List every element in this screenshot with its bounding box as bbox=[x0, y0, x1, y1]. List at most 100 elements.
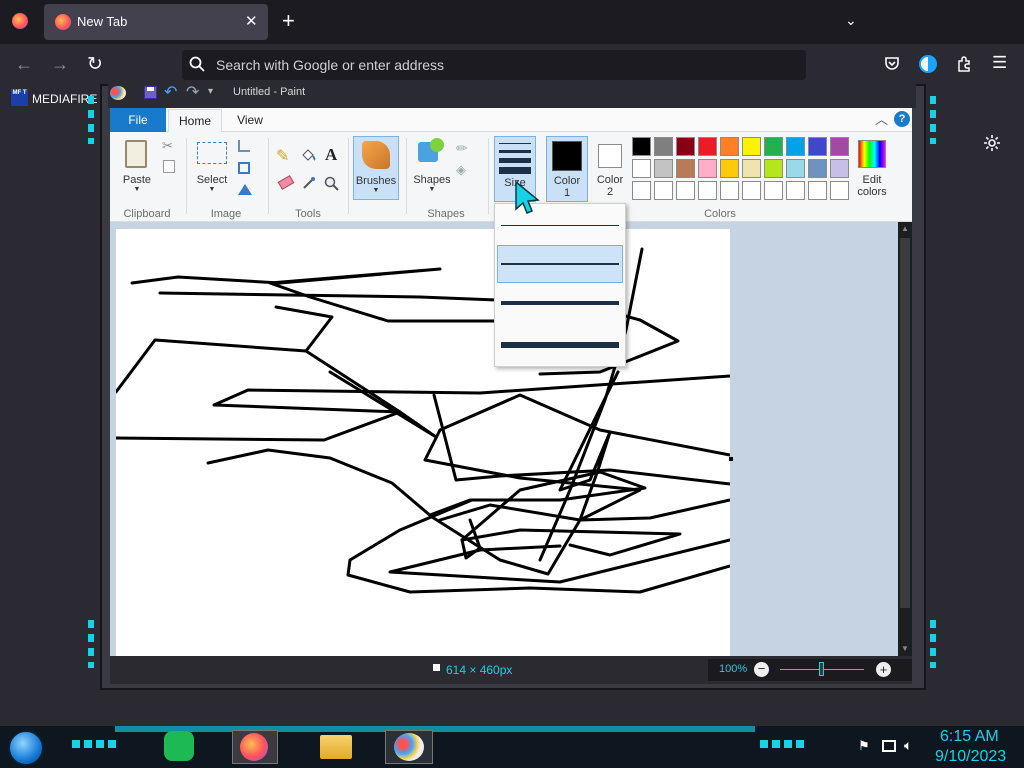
tab-file[interactable]: File bbox=[110, 108, 166, 132]
palette-swatch[interactable] bbox=[764, 159, 783, 178]
clock-date[interactable]: 9/10/2023 bbox=[935, 748, 1006, 766]
color-picker-icon[interactable] bbox=[302, 176, 316, 190]
spotify-taskbar-icon[interactable] bbox=[164, 731, 194, 761]
shapes-button[interactable]: Shapes ▼ bbox=[412, 136, 452, 200]
magnifier-icon[interactable] bbox=[324, 176, 339, 191]
pocket-icon[interactable] bbox=[884, 56, 900, 72]
volume-icon[interactable]: 🔈︎ bbox=[904, 737, 912, 754]
zoom-slider-thumb[interactable] bbox=[819, 662, 824, 676]
rotate-icon[interactable] bbox=[238, 184, 252, 195]
palette-swatch[interactable] bbox=[676, 137, 695, 156]
palette-swatch[interactable] bbox=[764, 181, 783, 200]
help-icon[interactable]: ? bbox=[894, 111, 910, 127]
palette-swatch[interactable] bbox=[720, 159, 739, 178]
palette-swatch[interactable] bbox=[830, 137, 849, 156]
palette-swatch[interactable] bbox=[698, 181, 717, 200]
redo-icon[interactable]: ↷ bbox=[186, 82, 199, 102]
forward-icon[interactable]: → bbox=[51, 54, 69, 75]
scroll-down-icon[interactable]: ▼ bbox=[901, 644, 909, 653]
edit-colors-label-1: Edit bbox=[862, 174, 882, 186]
frame-accent-left-bottom bbox=[88, 620, 94, 668]
palette-swatch[interactable] bbox=[632, 159, 651, 178]
size-option-8px[interactable] bbox=[497, 323, 623, 363]
scroll-up-icon[interactable]: ▲ bbox=[901, 224, 909, 233]
pencil-icon[interactable]: ✎ bbox=[276, 146, 289, 166]
palette-swatch[interactable] bbox=[786, 159, 805, 178]
palette-swatch[interactable] bbox=[698, 159, 717, 178]
scrollbar-thumb[interactable] bbox=[900, 238, 910, 608]
settings-gear-icon[interactable] bbox=[983, 134, 1001, 152]
resize-icon[interactable] bbox=[238, 162, 250, 174]
flag-icon[interactable]: ⚑ bbox=[858, 738, 870, 754]
color2-label: Color bbox=[596, 174, 624, 186]
undo-icon[interactable]: ↶ bbox=[164, 82, 177, 102]
list-all-tabs-icon[interactable]: ⌄ bbox=[845, 12, 857, 29]
palette-swatch[interactable] bbox=[676, 159, 695, 178]
color2-swatch bbox=[598, 144, 622, 168]
palette-swatch[interactable] bbox=[720, 137, 739, 156]
palette-swatch[interactable] bbox=[830, 159, 849, 178]
extensions-puzzle-icon[interactable] bbox=[956, 56, 972, 72]
fill-icon[interactable]: ◈ bbox=[456, 162, 466, 178]
size-option-5px[interactable] bbox=[497, 284, 623, 322]
reload-icon[interactable]: ↻ bbox=[87, 53, 103, 76]
palette-swatch[interactable] bbox=[764, 137, 783, 156]
fill-bucket-icon[interactable] bbox=[300, 147, 316, 163]
palette-swatch[interactable] bbox=[830, 181, 849, 200]
palette-swatch[interactable] bbox=[676, 181, 695, 200]
crop-icon[interactable] bbox=[238, 140, 250, 152]
select-button[interactable]: Select ▼ bbox=[193, 138, 231, 200]
hamburger-menu-icon[interactable]: ☰ bbox=[992, 53, 1007, 73]
palette-swatch[interactable] bbox=[742, 181, 761, 200]
brushes-button[interactable]: Brushes ▼ bbox=[353, 136, 399, 200]
tab-home[interactable]: Home bbox=[168, 109, 222, 133]
start-button[interactable] bbox=[8, 730, 44, 766]
palette-swatch[interactable] bbox=[632, 137, 651, 156]
minimize-ribbon-icon[interactable]: ︿ bbox=[875, 109, 888, 128]
edit-colors-button[interactable]: Edit colors bbox=[854, 136, 890, 202]
qat-dropdown-icon[interactable]: ▾ bbox=[208, 86, 213, 97]
text-tool-icon[interactable]: A bbox=[325, 145, 337, 165]
clock-time[interactable]: 6:15 AM bbox=[940, 728, 999, 746]
close-tab-icon[interactable]: ✕ bbox=[245, 12, 258, 30]
cut-icon[interactable]: ✂ bbox=[162, 138, 173, 154]
outline-icon[interactable]: ✏︎ bbox=[456, 140, 468, 157]
canvas-resize-handle[interactable] bbox=[729, 457, 733, 461]
palette-swatch[interactable] bbox=[654, 137, 673, 156]
paste-button[interactable]: Paste ▼ bbox=[117, 136, 157, 200]
palette-swatch[interactable] bbox=[654, 181, 673, 200]
palette-swatch[interactable] bbox=[808, 181, 827, 200]
drawing-canvas[interactable] bbox=[116, 229, 730, 656]
tab-view[interactable]: View bbox=[228, 108, 272, 132]
size-option-3px[interactable] bbox=[497, 245, 623, 283]
zoom-in-icon[interactable]: + bbox=[876, 662, 891, 677]
shapes-label: Shapes bbox=[413, 174, 451, 186]
palette-swatch[interactable] bbox=[632, 181, 651, 200]
new-tab-icon[interactable]: + bbox=[282, 8, 295, 34]
copy-icon[interactable] bbox=[163, 160, 175, 173]
color1-button[interactable]: Color 1 bbox=[546, 136, 588, 202]
edit-colors-label-2: colors bbox=[857, 186, 887, 198]
palette-swatch[interactable] bbox=[698, 137, 717, 156]
firefox-menu-icon[interactable] bbox=[12, 13, 28, 29]
palette-swatch[interactable] bbox=[742, 159, 761, 178]
taskbar-accent bbox=[115, 726, 755, 732]
size-dropdown bbox=[494, 203, 626, 367]
save-icon[interactable] bbox=[144, 86, 157, 99]
palette-swatch[interactable] bbox=[808, 159, 827, 178]
paint-app-icon[interactable] bbox=[110, 86, 126, 100]
palette-swatch[interactable] bbox=[720, 181, 739, 200]
network-icon[interactable] bbox=[882, 740, 896, 752]
palette-swatch[interactable] bbox=[786, 181, 805, 200]
palette-swatch[interactable] bbox=[808, 137, 827, 156]
window-title: Untitled - Paint bbox=[233, 86, 306, 98]
color2-button[interactable]: Color 2 bbox=[590, 136, 630, 202]
group-label-shapes: Shapes bbox=[427, 208, 465, 220]
zoom-out-icon[interactable]: − bbox=[754, 662, 769, 677]
palette-swatch[interactable] bbox=[654, 159, 673, 178]
palette-swatch[interactable] bbox=[786, 137, 805, 156]
back-icon[interactable]: ← bbox=[15, 54, 33, 75]
extension-icon[interactable] bbox=[919, 55, 937, 73]
file-explorer-taskbar-icon[interactable] bbox=[320, 735, 352, 759]
palette-swatch[interactable] bbox=[742, 137, 761, 156]
